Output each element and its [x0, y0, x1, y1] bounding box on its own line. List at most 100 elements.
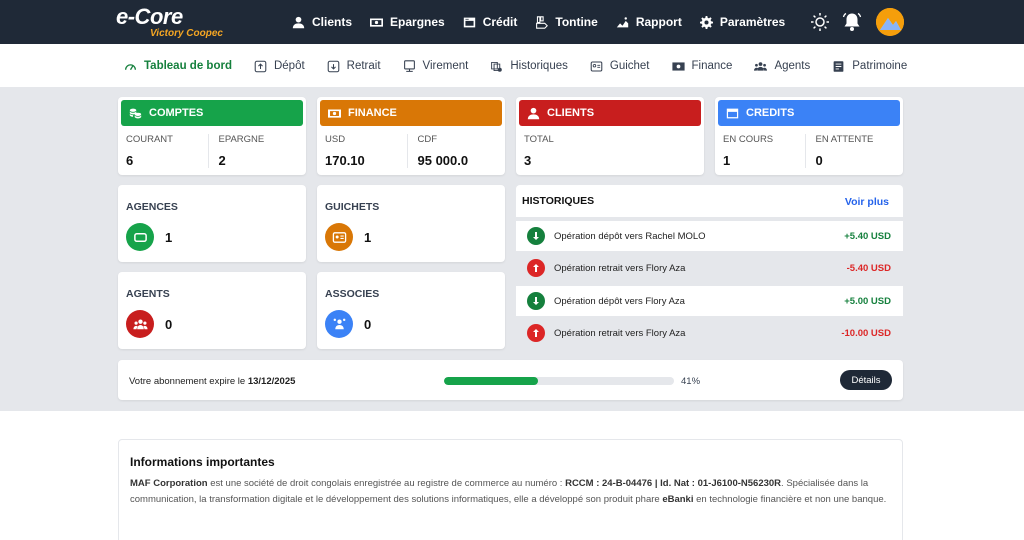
chart-icon	[616, 16, 628, 27]
nav-rapport[interactable]: Rapport	[616, 15, 682, 29]
app-logo[interactable]: e-Core Victory Coopec	[116, 4, 223, 39]
comptes-card-header: COMPTES	[121, 100, 303, 126]
subnav-label: Dépôt	[273, 60, 305, 72]
history-icon	[491, 61, 503, 72]
sun-icon[interactable]	[810, 12, 830, 32]
user-icon	[292, 16, 305, 28]
money-icon	[370, 17, 384, 27]
info-title: Informations importantes	[130, 455, 275, 469]
hand-coins-icon	[536, 15, 549, 29]
voir-plus-link[interactable]: Voir plus	[845, 196, 889, 208]
history-text: Opération dépôt vers Rachel MOLO	[554, 230, 706, 242]
history-amount: +5.40 USD	[844, 230, 891, 242]
subnav-retrait[interactable]: Retrait	[327, 60, 381, 73]
history-row[interactable]: Opération retrait vers Flory Aza -5.40 U…	[516, 253, 903, 283]
arrow-down-icon	[527, 292, 545, 310]
partners-icon	[333, 318, 345, 329]
nav-rapport-label: Rapport	[635, 15, 682, 29]
gauge-icon	[124, 63, 137, 70]
history-row[interactable]: Opération retrait vers Flory Aza -10.00 …	[516, 318, 903, 348]
credits-card-header: CREDITS	[718, 100, 900, 126]
nav-parametres[interactable]: Paramètres	[699, 15, 785, 29]
nav-tontine-label: Tontine	[555, 15, 598, 29]
arrow-up-icon	[527, 259, 545, 277]
nav-tontine[interactable]: Tontine	[535, 15, 598, 29]
history-row[interactable]: Opération dépôt vers Flory Aza +5.00 USD	[516, 286, 903, 316]
users-icon	[132, 319, 148, 329]
finance-card[interactable]: FINANCE USD 170.10 CDF 95 000.0	[317, 97, 505, 175]
subscription-date: 13/12/2025	[247, 376, 296, 387]
agences-title: AGENCES	[126, 201, 178, 213]
associes-card[interactable]: ASSOCIES 0	[317, 272, 505, 349]
subnav-finance[interactable]: Finance	[671, 60, 732, 73]
total-value: 3	[524, 153, 532, 168]
subnav-virement[interactable]: Virement	[403, 59, 468, 73]
en-attente-value: 0	[815, 153, 823, 168]
subnav-guichet[interactable]: Guichet	[590, 60, 650, 73]
agences-value: 1	[165, 230, 173, 245]
guichets-icon	[325, 223, 353, 251]
epargne-value: 2	[218, 153, 226, 168]
subnav-label: Agents	[774, 60, 811, 72]
historiques-card: HISTORIQUES Voir plus Opération dépôt ve…	[516, 185, 903, 349]
subnav-label: Patrimoine	[852, 60, 908, 72]
logo-main-text: e-Core	[116, 4, 183, 29]
subnav-patrimoine[interactable]: Patrimoine	[832, 60, 907, 73]
history-row[interactable]: Opération dépôt vers Rachel MOLO +5.40 U…	[516, 221, 903, 251]
agents-card[interactable]: AGENTS 0	[118, 272, 306, 349]
history-text: Opération retrait vers Flory Aza	[554, 262, 686, 274]
info-company: MAF Corporation	[130, 478, 208, 489]
subnav-depot[interactable]: Dépôt	[254, 60, 305, 73]
gear-icon	[699, 15, 713, 29]
agences-card[interactable]: AGENCES 1	[118, 185, 306, 262]
historiques-title: HISTORIQUES	[522, 195, 595, 207]
nav-credit[interactable]: Crédit	[463, 15, 517, 29]
cdf-label: CDF	[417, 134, 438, 145]
finance-icon	[671, 61, 685, 71]
avatar[interactable]	[876, 8, 904, 36]
credits-title: CREDITS	[746, 107, 795, 119]
subnav-historiques[interactable]: Historiques	[490, 60, 568, 73]
info-product: eBanki	[662, 494, 694, 505]
info-text-1: est une société de droit congolais enreg…	[207, 478, 566, 489]
logo-sub-text: Victory Coopec	[150, 28, 223, 39]
history-amount: +5.00 USD	[844, 295, 891, 307]
credit-card-icon	[726, 108, 739, 118]
subscription-text: Votre abonnement expire le 13/12/2025	[129, 376, 295, 387]
associes-value: 0	[364, 317, 372, 332]
subnav-agents[interactable]: Agents	[754, 60, 810, 73]
history-amount: -5.40 USD	[846, 262, 891, 274]
deposit-icon	[254, 60, 267, 72]
epargne-label: EPARGNE	[218, 134, 265, 145]
counter-icon	[590, 61, 603, 71]
subnav-tableau-de-bord[interactable]: Tableau de bord	[124, 60, 232, 73]
bell-icon[interactable]	[842, 12, 862, 32]
agents-title: AGENTS	[126, 288, 170, 300]
comptes-card[interactable]: COMPTES COURANT 6 EPARGNE 2	[118, 97, 306, 175]
dashboard-area: COMPTES COURANT 6 EPARGNE 2 FINANCE USD 170…	[0, 88, 1024, 411]
cdf-value: 95 000.0	[417, 153, 469, 168]
top-bar: e-Core Victory Coopec Clients Epargnes C…	[0, 0, 1024, 44]
guichets-value: 1	[364, 230, 372, 245]
details-button[interactable]: Détails	[840, 370, 892, 390]
agents-icon	[754, 61, 768, 71]
user-icon	[527, 107, 540, 119]
usd-value: 170.10	[325, 153, 365, 168]
avatar-image-icon	[876, 8, 904, 36]
agents-value: 0	[165, 317, 173, 332]
top-right-actions	[810, 8, 904, 36]
clients-card-header: CLIENTS	[519, 100, 701, 126]
clients-card[interactable]: CLIENTS TOTAL 3	[516, 97, 704, 175]
history-text: Opération dépôt vers Flory Aza	[554, 295, 685, 307]
guichets-card[interactable]: GUICHETS 1	[317, 185, 505, 262]
associes-title: ASSOCIES	[325, 288, 380, 300]
withdraw-icon	[327, 60, 339, 72]
info-section: Informations importantes MAF Corporation…	[118, 439, 903, 540]
subnav-label: Retrait	[346, 60, 381, 72]
subscription-progress-label: 41%	[681, 376, 701, 387]
money-bill-icon	[328, 108, 341, 118]
nav-clients[interactable]: Clients	[292, 15, 352, 29]
nav-epargnes[interactable]: Epargnes	[370, 15, 445, 29]
sub-nav: Tableau de bord Dépôt Retrait Virement H…	[0, 44, 1024, 88]
credits-card[interactable]: CREDITS EN COURS 1 EN ATTENTE 0	[715, 97, 903, 175]
